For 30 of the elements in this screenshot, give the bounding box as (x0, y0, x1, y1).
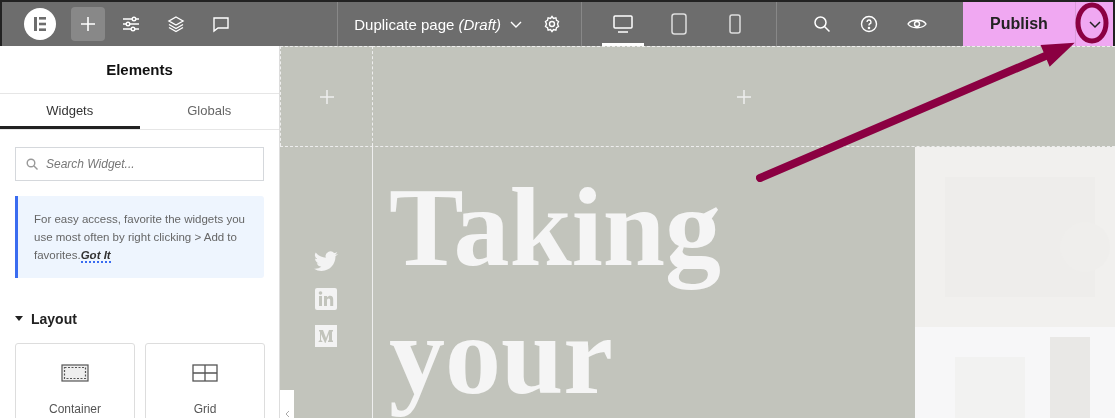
grid-icon (192, 364, 218, 382)
settings-icon[interactable] (543, 15, 561, 33)
headline-text: Taking (389, 164, 723, 291)
layers-icon[interactable] (167, 15, 185, 33)
plus-icon (80, 16, 96, 32)
help-icon[interactable] (860, 15, 878, 33)
monitor-icon (612, 13, 634, 34)
panel-tab[interactable]: Widgets (0, 94, 140, 129)
sliders-icon[interactable] (122, 15, 140, 33)
got-it-link[interactable]: Got It (80, 249, 111, 263)
logo-icon[interactable] (24, 8, 56, 40)
publish-button[interactable]: Publish (963, 2, 1075, 46)
chevron-icon (284, 410, 290, 418)
container-icon (61, 364, 89, 382)
page-title-dropdown[interactable]: Duplicate page (Draft) (354, 15, 523, 33)
widget-tile[interactable]: Container (15, 343, 135, 418)
search-icon[interactable] (813, 15, 831, 33)
add-button[interactable] (71, 7, 105, 41)
panel-tab[interactable]: Globals (139, 94, 279, 129)
search-field[interactable]: Search Widget... (15, 147, 264, 181)
tablet-icon (670, 12, 688, 35)
widget-tile[interactable]: Grid (145, 343, 265, 418)
comment-icon[interactable] (212, 15, 230, 33)
tip-text: For easy access, favorite the widgets you use most often by right clicking > Add to favorites.Got It (34, 212, 246, 264)
section-header[interactable]: Layout (15, 311, 77, 327)
phone-icon (728, 12, 742, 35)
caret-icon (15, 316, 23, 322)
eye-icon[interactable] (907, 17, 927, 31)
panel-title: Elements (0, 46, 279, 94)
headline-text: your (389, 292, 614, 418)
